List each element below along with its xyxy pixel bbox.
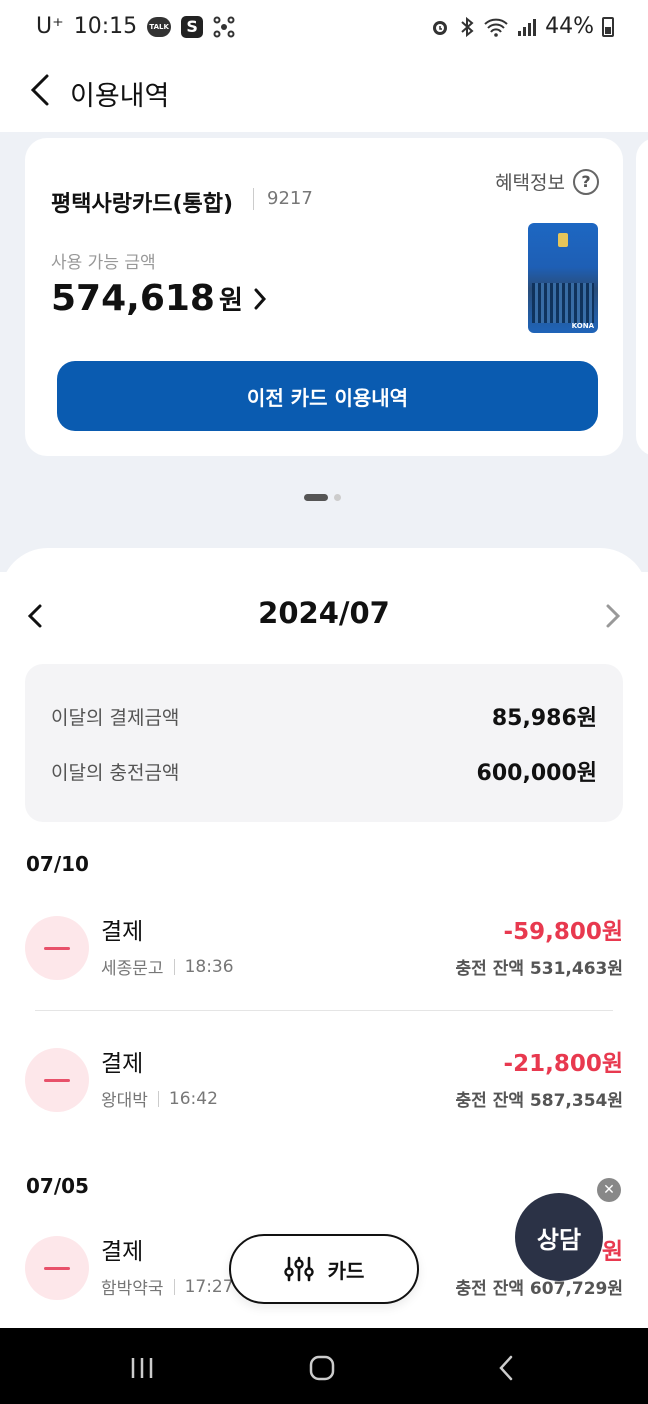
monthly-summary: 이달의 결제금액 85,986원 이달의 충전금액 600,000원 xyxy=(25,664,623,822)
meta-divider xyxy=(173,1278,175,1295)
previous-card-history-button[interactable]: 이전 카드 이용내역 xyxy=(57,361,598,431)
clock: 10:15 xyxy=(73,14,138,39)
transaction-amount: -59,800원 xyxy=(503,919,623,945)
benefit-info-label: 혜택정보 xyxy=(495,172,565,194)
help-icon: ? xyxy=(573,168,599,195)
transaction-merchant: 함박약국 xyxy=(101,1279,164,1299)
charge-summary-label: 이달의 충전금액 xyxy=(51,761,180,784)
close-icon[interactable]: ✕ xyxy=(597,1178,621,1202)
filter-sliders-icon xyxy=(283,1256,314,1282)
card-chip xyxy=(558,233,568,247)
system-navigation-bar xyxy=(0,1328,648,1404)
transaction-amount: 원 xyxy=(601,1239,623,1265)
available-amount-link[interactable]: 574,618 원 xyxy=(51,278,267,319)
kakaotalk-icon: TALK xyxy=(147,16,172,37)
transaction-meta: 함박약국 17:27 xyxy=(101,1274,234,1300)
back-icon xyxy=(499,1355,513,1381)
meta-divider xyxy=(173,958,175,975)
status-right: 44% xyxy=(429,14,614,39)
transaction-balance: 충전 잔액 587,354원 xyxy=(455,1091,623,1111)
card-filter-button[interactable]: 카드 xyxy=(229,1234,419,1304)
card-artwork xyxy=(532,283,594,323)
card-brand-logo: KONA xyxy=(571,322,594,330)
recent-apps-button[interactable] xyxy=(122,1348,162,1388)
benefit-info-button[interactable]: 혜택정보 ? xyxy=(495,168,599,195)
card-name: 평택사랑카드(통합) xyxy=(51,192,234,217)
app-header: 이용내역 xyxy=(0,60,648,132)
network-hub-icon xyxy=(213,16,235,38)
carousel-dot xyxy=(334,494,341,501)
payment-summary-label: 이달의 결제금액 xyxy=(51,706,180,729)
transaction-type: 결제 xyxy=(101,1051,144,1077)
transaction-balance: 충전 잔액 607,729원 xyxy=(455,1279,623,1299)
transaction-item[interactable]: 결제 왕대박 16:42 -21,800원 충전 잔액 587,354원 xyxy=(25,1044,623,1114)
status-bar: U⁺ 10:15 TALK S 44% xyxy=(0,0,648,60)
transaction-meta: 왕대박 16:42 xyxy=(101,1086,218,1112)
transaction-item[interactable]: 결제 세종문고 18:36 -59,800원 충전 잔액 531,463원 xyxy=(25,912,623,982)
card-image: KONA xyxy=(528,223,598,333)
chevron-left-icon xyxy=(30,74,49,106)
card-filter-label: 카드 xyxy=(327,1258,365,1283)
system-back-button[interactable] xyxy=(486,1348,526,1388)
available-amount-value: 574,618 xyxy=(51,278,215,319)
home-icon xyxy=(309,1355,335,1381)
minus-icon xyxy=(25,1236,89,1300)
battery-icon xyxy=(602,16,614,37)
next-card-panel-peek[interactable] xyxy=(636,138,648,456)
carousel-dot-active xyxy=(304,494,328,501)
transaction-time: 18:36 xyxy=(184,956,234,977)
transaction-type: 결제 xyxy=(101,1239,144,1265)
consult-button[interactable]: 상담 xyxy=(515,1193,603,1281)
chevron-right-icon xyxy=(606,604,621,628)
page-title: 이용내역 xyxy=(70,81,170,112)
card-name-divider xyxy=(253,188,254,210)
charge-summary-row: 이달의 충전금액 600,000원 xyxy=(51,751,597,791)
s-app-icon: S xyxy=(181,15,204,38)
recent-apps-icon xyxy=(131,1358,153,1378)
minus-icon xyxy=(25,1048,89,1112)
card-panel[interactable]: 평택사랑카드(통합) 9217 혜택정보 ? 사용 가능 금액 574,618 … xyxy=(25,138,623,456)
month-label: 2024/07 xyxy=(258,596,390,630)
signal-icon xyxy=(517,17,537,37)
minus-icon xyxy=(25,916,89,980)
payment-summary-value: 85,986원 xyxy=(491,706,597,731)
chevron-right-icon xyxy=(254,288,266,309)
home-button[interactable] xyxy=(302,1348,342,1388)
card-number: 9217 xyxy=(267,188,313,209)
wifi-icon xyxy=(483,16,509,38)
transaction-merchant: 세종문고 xyxy=(101,959,164,979)
transaction-time: 17:27 xyxy=(184,1276,234,1297)
transaction-balance: 충전 잔액 531,463원 xyxy=(455,959,623,979)
transaction-amount: -21,800원 xyxy=(503,1051,623,1077)
transaction-merchant: 왕대박 xyxy=(101,1091,148,1111)
transaction-type: 결제 xyxy=(101,919,144,945)
available-amount-unit: 원 xyxy=(218,286,243,316)
carrier-label: U⁺ xyxy=(36,14,64,39)
alarm-icon xyxy=(429,16,451,38)
back-button[interactable] xyxy=(20,70,60,110)
meta-divider xyxy=(157,1090,159,1107)
available-amount-label: 사용 가능 금액 xyxy=(51,253,156,273)
battery-percent: 44% xyxy=(545,14,594,39)
charge-summary-value: 600,000원 xyxy=(476,761,597,786)
transaction-meta: 세종문고 18:36 xyxy=(101,954,234,980)
transaction-time: 16:42 xyxy=(168,1088,218,1109)
status-left: U⁺ 10:15 TALK S xyxy=(36,14,235,39)
card-carousel-area: 평택사랑카드(통합) 9217 혜택정보 ? 사용 가능 금액 574,618 … xyxy=(0,132,648,572)
bluetooth-icon xyxy=(459,16,475,38)
next-month-button[interactable] xyxy=(598,596,628,636)
transaction-divider xyxy=(35,1010,613,1011)
carousel-indicator xyxy=(304,494,341,501)
payment-summary-row: 이달의 결제금액 85,986원 xyxy=(51,696,597,736)
date-header: 07/10 xyxy=(26,852,89,876)
date-header: 07/05 xyxy=(26,1174,89,1198)
